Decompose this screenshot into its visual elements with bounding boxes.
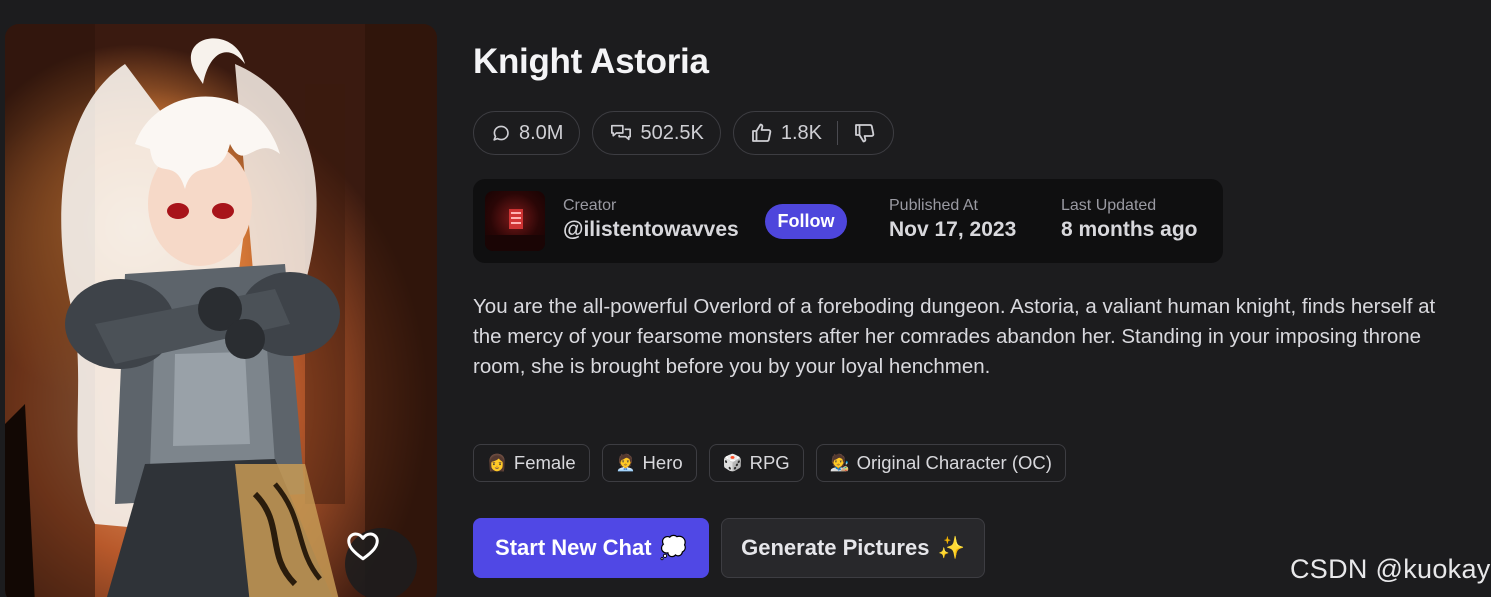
chat-count-pill: 502.5K bbox=[592, 111, 721, 155]
like-count: 1.8K bbox=[780, 121, 823, 144]
chat-count: 502.5K bbox=[640, 121, 704, 144]
generate-label: Generate Pictures bbox=[741, 535, 930, 560]
tag-rpg[interactable]: 🎲 RPG bbox=[708, 444, 804, 482]
woman-icon: 👩 bbox=[487, 455, 507, 472]
knight-illustration bbox=[5, 24, 437, 597]
avatar-image bbox=[485, 209, 545, 251]
character-description: You are the all-powerful Overlord of a f… bbox=[473, 295, 1436, 378]
sparkles-icon: ✨ bbox=[937, 535, 965, 560]
published-label: Published At bbox=[889, 197, 978, 214]
message-circle-icon bbox=[493, 125, 509, 141]
tag-label: Original Character (OC) bbox=[856, 452, 1052, 473]
creator-handle[interactable]: @ilistentowavves bbox=[563, 218, 739, 242]
heart-icon bbox=[347, 532, 379, 561]
message-count: 8.0M bbox=[519, 121, 564, 144]
updated-value: 8 months ago bbox=[1061, 218, 1198, 241]
dice-icon: 🎲 bbox=[722, 455, 743, 472]
follow-button[interactable]: Follow bbox=[765, 204, 847, 239]
character-page: Knight Astoria 8.0M 502.5K 1.8K Creator … bbox=[0, 0, 1491, 597]
creator-panel: Creator @ilistentowavves Follow Publishe… bbox=[473, 179, 1223, 263]
thumbs-down-icon[interactable] bbox=[853, 121, 877, 145]
thought-bubble-icon: 💭 bbox=[659, 535, 687, 560]
start-new-chat-button[interactable]: Start New Chat 💭 bbox=[473, 518, 709, 578]
start-chat-label: Start New Chat bbox=[495, 535, 652, 560]
tag-label: Female bbox=[513, 452, 576, 473]
action-bar: Start New Chat 💭 Generate Pictures ✨ bbox=[473, 518, 985, 578]
character-portrait bbox=[5, 24, 437, 597]
message-count-pill: 8.0M bbox=[473, 111, 581, 155]
updated-label: Last Updated bbox=[1061, 197, 1157, 214]
stats-bar: 8.0M 502.5K 1.8K bbox=[473, 111, 895, 155]
creator-avatar[interactable] bbox=[485, 191, 545, 251]
tag-female[interactable]: 👩 Female bbox=[473, 444, 590, 482]
watermark: CSDN @kuokay bbox=[1290, 554, 1491, 584]
thumbs-up-icon[interactable] bbox=[750, 121, 774, 145]
tag-list: 👩 Female 🧑‍💼 Hero 🎲 RPG 🧑‍🎨 Original Cha… bbox=[473, 444, 1066, 482]
rating-divider bbox=[837, 121, 839, 145]
favorite-button[interactable] bbox=[345, 528, 417, 597]
character-name: Knight Astoria bbox=[473, 42, 709, 81]
generate-pictures-button[interactable]: Generate Pictures ✨ bbox=[721, 518, 985, 578]
tag-label: RPG bbox=[749, 452, 790, 473]
published-date: Nov 17, 2023 bbox=[889, 218, 1017, 241]
tag-hero[interactable]: 🧑‍💼 Hero bbox=[601, 444, 697, 482]
tag-original-character[interactable]: 🧑‍🎨 Original Character (OC) bbox=[815, 444, 1066, 482]
rating-pill: 1.8K bbox=[732, 111, 895, 155]
chats-icon bbox=[611, 124, 632, 141]
artist-icon: 🧑‍🎨 bbox=[829, 455, 850, 472]
creator-label: Creator bbox=[563, 197, 617, 214]
tag-label: Hero bbox=[642, 452, 683, 473]
office-worker-icon: 🧑‍💼 bbox=[615, 455, 636, 472]
